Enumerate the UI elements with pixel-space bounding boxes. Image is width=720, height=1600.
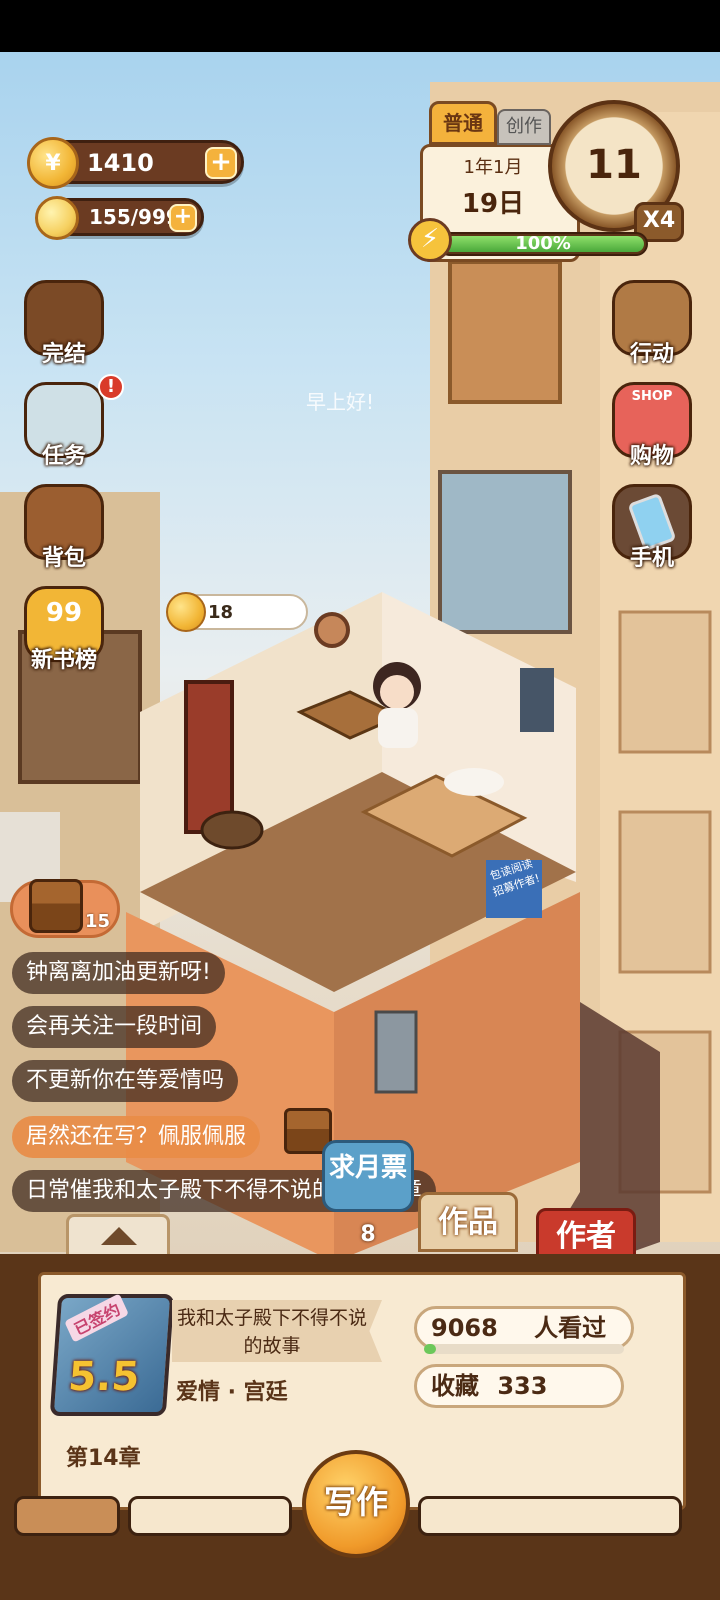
shop-button[interactable]: SHOP 购物 (604, 382, 696, 474)
new-book-ranking-button[interactable]: 99 新书榜 (16, 586, 108, 678)
book-title: 我和太子殿下不得不说的故事 (176, 1307, 367, 1357)
clock-hour: 11 (586, 142, 642, 188)
book-cover[interactable]: 已签约 5.5 (49, 1293, 175, 1416)
views-progress (424, 1344, 624, 1354)
bulb-value: 155/999 (89, 205, 180, 229)
chat-message: 居然还在写？佩服佩服 (12, 1116, 261, 1158)
write-button[interactable]: 写作 (302, 1450, 410, 1558)
date-month: 1年1月 (463, 157, 523, 178)
bottom-slot-3[interactable] (418, 1496, 682, 1536)
views-label: 人看过 (534, 1314, 607, 1342)
monthly-vote-count: 8 (360, 1222, 376, 1247)
favorites-stat: 收藏 333 (414, 1364, 624, 1408)
coin-counter: ¥ 1410 + (27, 137, 244, 189)
bottom-slot-2[interactable] (128, 1496, 292, 1536)
tasks-button[interactable]: ! 任务 (16, 374, 124, 474)
chat-message: 会再关注一段时间 (12, 1006, 217, 1048)
bottom-slot-left[interactable] (14, 1496, 120, 1536)
coin-icon (166, 592, 206, 632)
shop-sign: SHOP (631, 389, 673, 404)
coin-icon: ¥ (27, 137, 79, 189)
status-bar (0, 0, 720, 52)
treasure-chest-icon (29, 879, 83, 933)
add-bulbs-button[interactable]: + (169, 204, 197, 232)
chest-count: 15 (85, 911, 111, 932)
mode-tab-normal[interactable]: 普通 (429, 101, 497, 145)
book-genre: 爱情 · 宫廷 (176, 1380, 288, 1405)
book-score: 5.5 (66, 1354, 141, 1400)
add-coins-button[interactable]: + (205, 147, 237, 179)
ranking-coin-text: 99 (45, 598, 83, 628)
tab-works[interactable]: 作品 (418, 1192, 518, 1252)
energy-bar: 100% (438, 232, 648, 256)
phone-label: 手机 (629, 546, 674, 571)
favorites-count: 333 (497, 1372, 548, 1400)
mode-tab-secondary[interactable]: 创作 (497, 109, 551, 145)
lightbulb-icon (35, 196, 79, 240)
coin-value: 1410 (87, 149, 154, 177)
views-progress-fill (424, 1344, 436, 1354)
treasure-chest-button[interactable]: 15 (10, 879, 120, 938)
views-count: 9068 (431, 1314, 498, 1342)
favorites-label: 收藏 (431, 1372, 479, 1400)
chat-message: 钟离离加油更新呀! (12, 952, 225, 994)
signed-tag: 已签约 (64, 1293, 129, 1343)
finish-label: 完结 (41, 342, 86, 367)
book-chapter: 第14章 (66, 1446, 141, 1471)
action-label: 行动 (629, 342, 674, 367)
new-book-ranking-label: 新书榜 (30, 648, 97, 673)
action-button[interactable]: 行动 (604, 280, 696, 372)
bulb-counter: 155/999 + (35, 196, 204, 240)
tasks-alert-badge: ! (98, 374, 124, 400)
coin-reward-bubble[interactable]: 18 (166, 592, 308, 632)
date-day: 19日 (461, 189, 525, 219)
finish-button[interactable]: 完结 (16, 280, 108, 372)
monthly-vote-button[interactable]: 求月票 (322, 1140, 414, 1212)
coin-reward-value: 18 (208, 602, 234, 623)
book-title-ribbon: 我和太子殿下不得不说的故事 (172, 1300, 382, 1362)
tasks-label: 任务 (41, 444, 86, 469)
greeting-text: 早上好! (306, 390, 375, 414)
bag-label: 背包 (41, 546, 86, 571)
lightning-icon[interactable]: ⚡ (408, 218, 452, 262)
chevron-up-icon (101, 1227, 137, 1245)
energy-label: 100% (515, 233, 571, 254)
phone-button[interactable]: 手机 (604, 484, 696, 576)
bag-button[interactable]: 背包 (16, 484, 108, 576)
chat-message: 不更新你在等爱情吗 (12, 1060, 239, 1102)
shop-label: 购物 (629, 444, 674, 469)
